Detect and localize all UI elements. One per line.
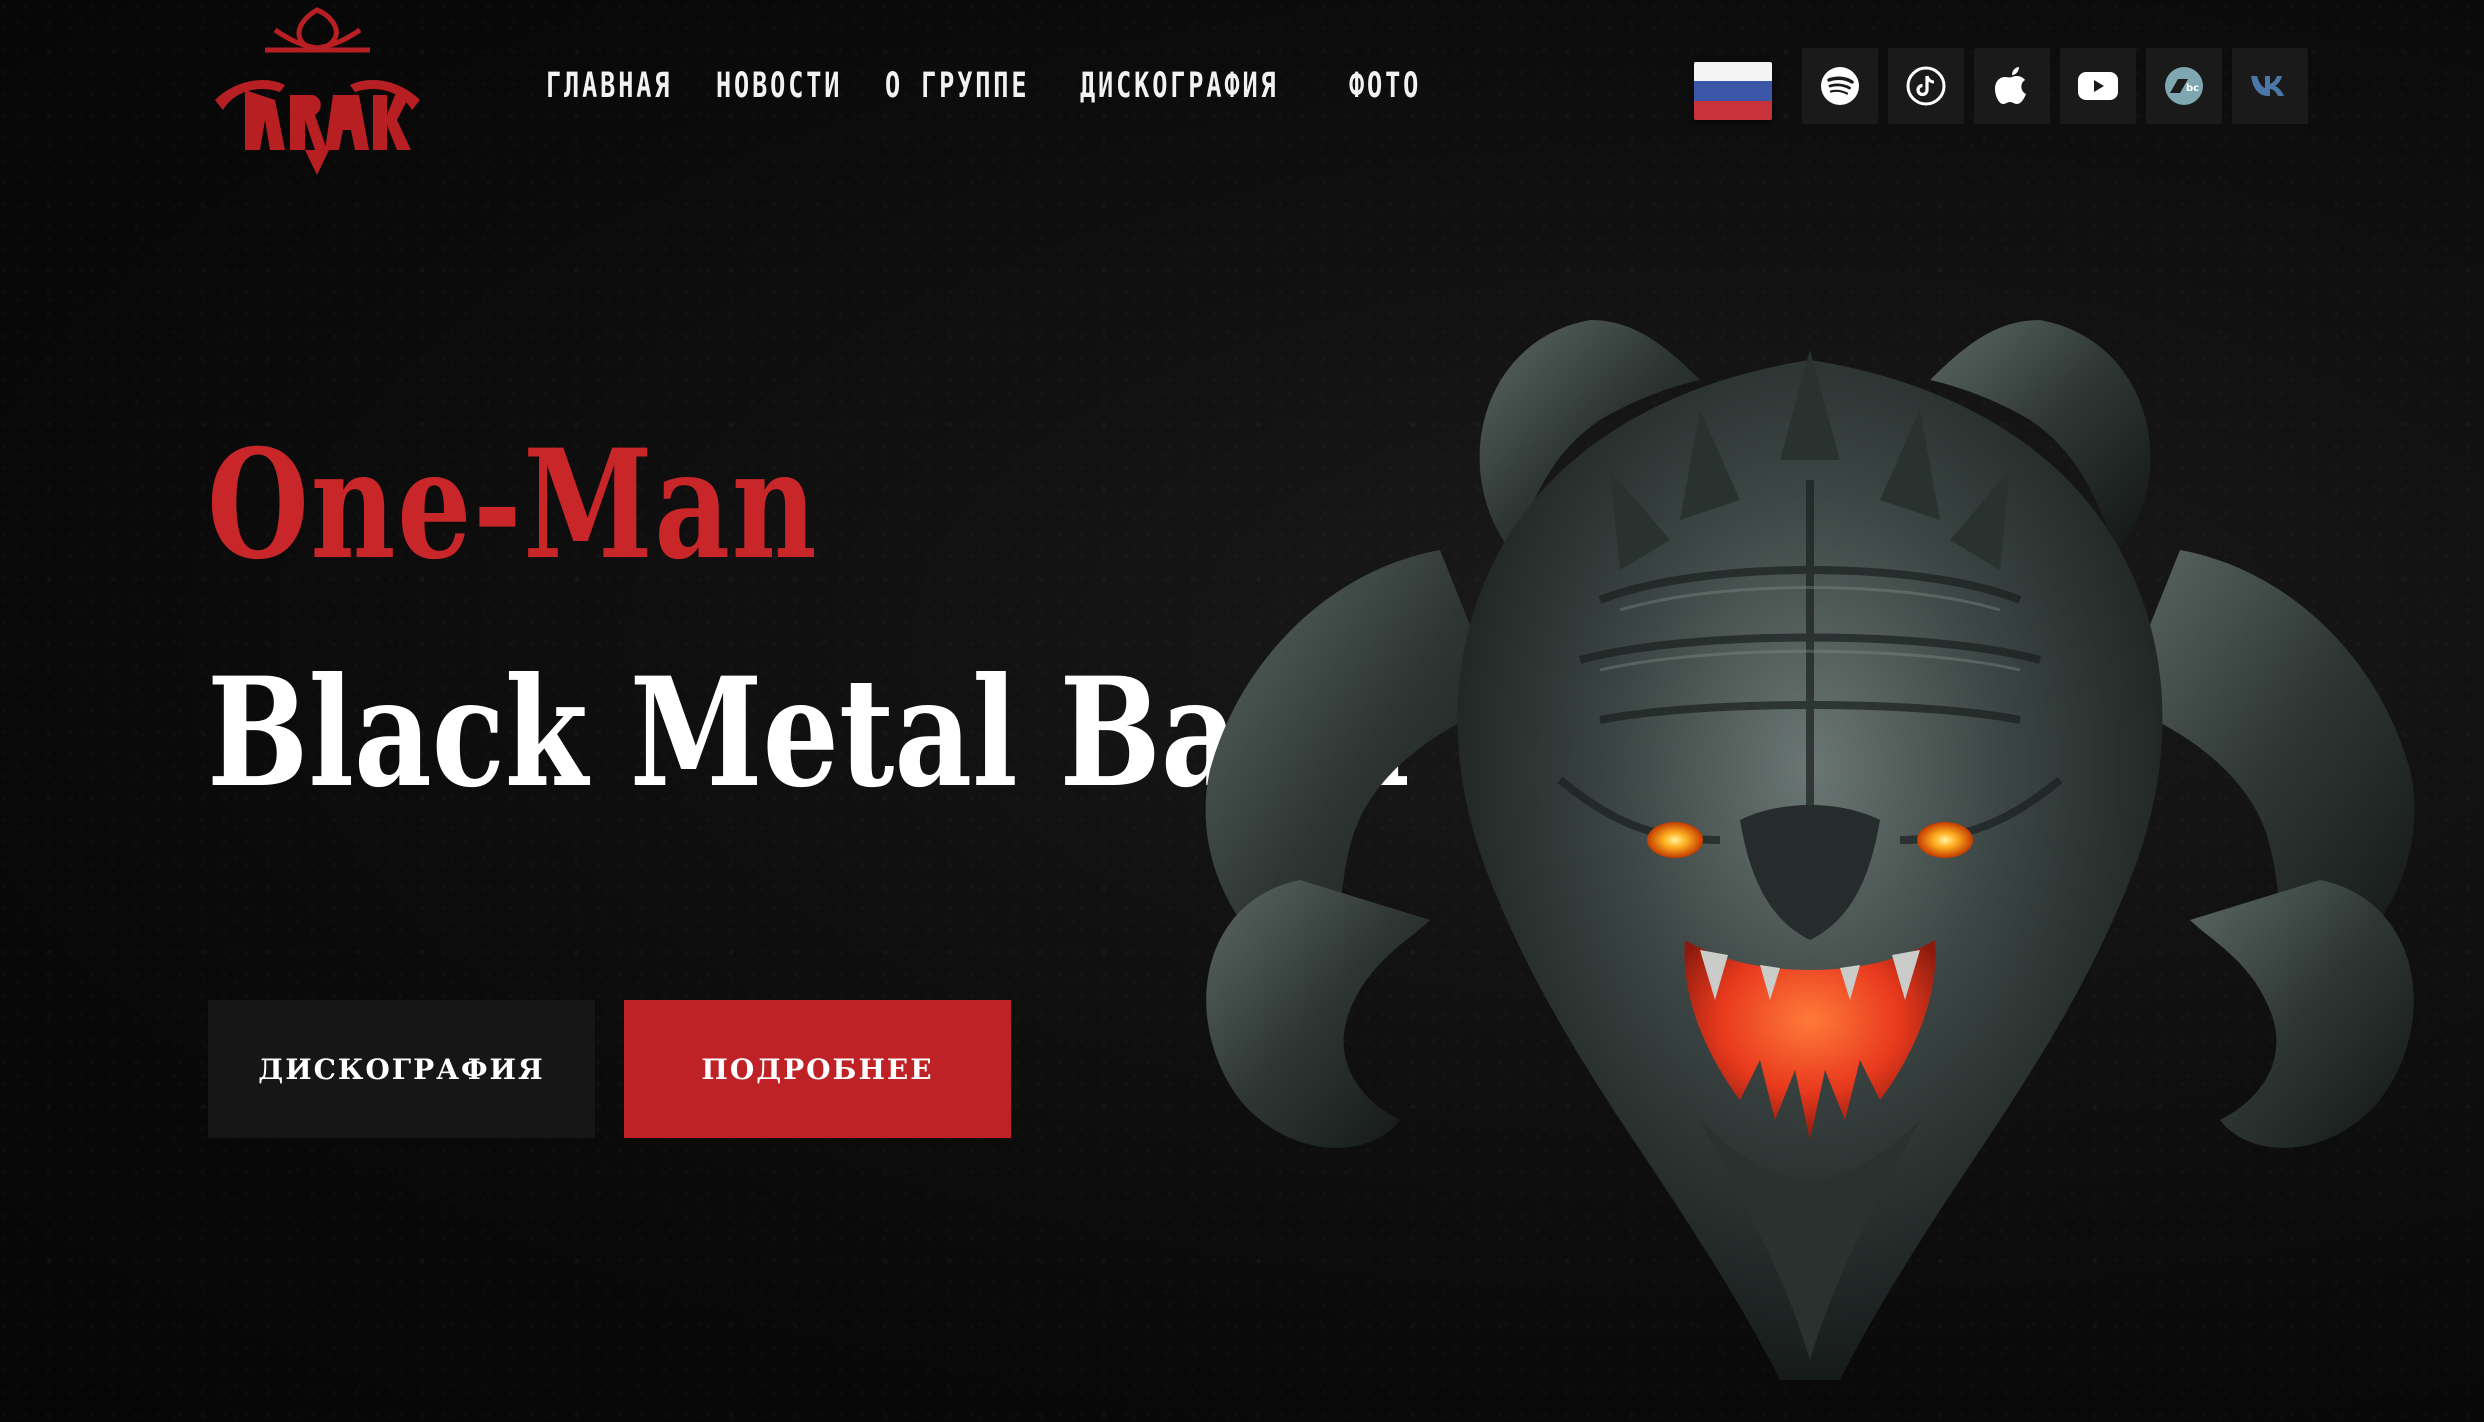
svg-text:bc: bc	[2186, 83, 2199, 94]
main-nav: ГЛАВНАЯ НОВОСТИ О ГРУППЕ ДИСКОГРАФИЯ ФОТ…	[546, 62, 1419, 110]
russia-flag-icon[interactable]	[1694, 62, 1772, 120]
nav-discography[interactable]: ДИСКОГРАФИЯ	[1080, 66, 1279, 106]
spotify-icon	[1821, 67, 1859, 105]
vk-icon	[2251, 76, 2284, 96]
social-links: bc	[1802, 48, 2308, 124]
more-button[interactable]: ПОДРОБНЕЕ	[624, 1000, 1011, 1138]
dragon-logo-icon	[215, 7, 420, 175]
tiktok-button[interactable]	[1888, 48, 1964, 124]
page: ГЛАВНАЯ НОВОСТИ О ГРУППЕ ДИСКОГРАФИЯ ФОТ…	[0, 0, 2484, 1422]
discography-button[interactable]: ДИСКОГРАФИЯ	[208, 1000, 595, 1138]
apple-music-icon	[1995, 67, 2026, 104]
youtube-icon	[2078, 72, 2118, 100]
bandcamp-button[interactable]: bc	[2146, 48, 2222, 124]
apple-music-button[interactable]	[1974, 48, 2050, 124]
hero-title-accent: One-Man	[207, 417, 819, 593]
demon-head-illustration	[1180, 300, 2440, 1410]
youtube-button[interactable]	[2060, 48, 2136, 124]
nav-home[interactable]: ГЛАВНАЯ	[546, 66, 672, 106]
spotify-button[interactable]	[1802, 48, 1878, 124]
nav-photo[interactable]: ФОТО	[1349, 66, 1421, 106]
bandcamp-icon: bc	[2165, 67, 2203, 105]
nav-news[interactable]: НОВОСТИ	[716, 66, 842, 106]
nav-about[interactable]: О ГРУППЕ	[885, 66, 1029, 106]
band-logo[interactable]	[205, 0, 430, 178]
tiktok-icon	[1906, 66, 1946, 106]
demon-head-icon	[1205, 320, 2415, 1380]
vk-button[interactable]	[2232, 48, 2308, 124]
